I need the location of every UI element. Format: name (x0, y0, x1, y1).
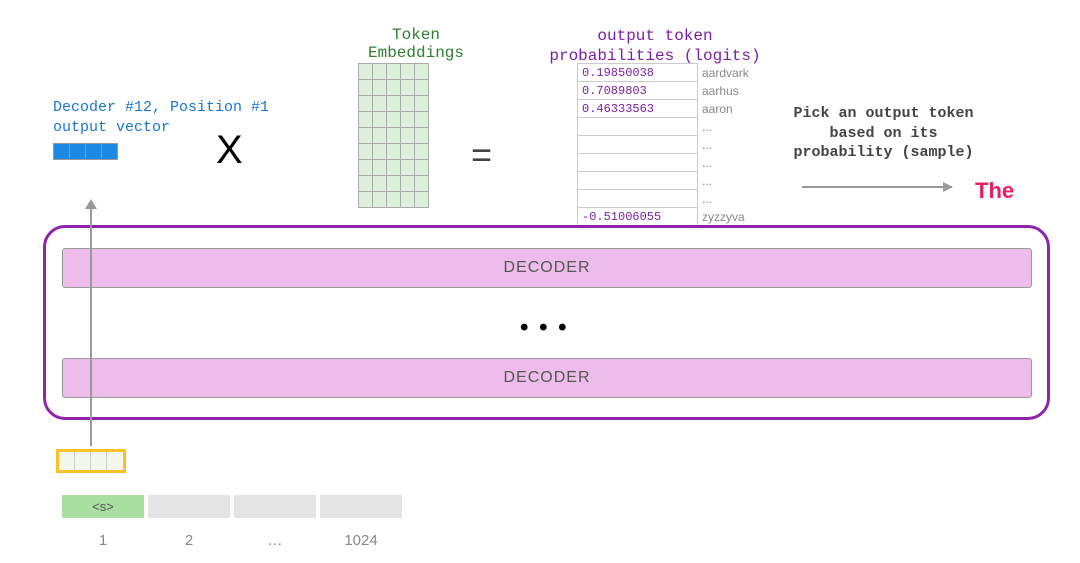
table-row: ... (578, 136, 758, 154)
logit-word: ... (698, 190, 758, 208)
input-token (320, 495, 402, 518)
table-row: ... (578, 190, 758, 208)
logit-value (578, 172, 698, 190)
input-token (148, 495, 230, 518)
vector-cell (91, 452, 107, 470)
table-row: 0.19850038aardvark (578, 64, 758, 82)
logits-table: 0.19850038aardvark 0.7089803aarhus 0.463… (577, 63, 758, 226)
position-number: 1024 (320, 532, 402, 549)
table-row: ... (578, 118, 758, 136)
vector-cell (101, 143, 118, 160)
logit-value: 0.46333563 (578, 100, 698, 118)
logit-value (578, 136, 698, 154)
logit-word: aarhus (698, 82, 758, 100)
embeddings-label: Token Embeddings (361, 26, 471, 62)
table-row: -0.51006055zyzzyva (578, 208, 758, 226)
equals-icon: = (471, 134, 492, 176)
vector-cell (107, 452, 123, 470)
multiply-icon: X (216, 128, 243, 173)
position-number: 1 (62, 532, 144, 549)
sampled-token: The (975, 178, 1014, 204)
decoder-layer: DECODER (62, 358, 1032, 398)
table-row: ... (578, 172, 758, 190)
arrow-up-icon (90, 202, 92, 446)
position-number: … (234, 532, 316, 549)
logit-word: ... (698, 154, 758, 172)
vector-cell (75, 452, 91, 470)
logit-word: aardvark (698, 64, 758, 82)
logit-value: -0.51006055 (578, 208, 698, 226)
decoder-layer: DECODER (62, 248, 1032, 288)
logit-word: ... (698, 136, 758, 154)
logit-word: zyzzyva (698, 208, 758, 226)
table-row: ... (578, 154, 758, 172)
vector-cell (59, 452, 75, 470)
logit-word: ... (698, 118, 758, 136)
vector-cell (85, 143, 102, 160)
logit-word: ... (698, 172, 758, 190)
arrow-up-head-icon (85, 199, 97, 209)
position-number: 2 (148, 532, 230, 549)
input-token: <s> (62, 495, 144, 518)
input-token (234, 495, 316, 518)
input-tokens-row: <s> (62, 495, 402, 518)
logit-word: aaron (698, 100, 758, 118)
table-row: 0.46333563aaron (578, 100, 758, 118)
logit-value: 0.7089803 (578, 82, 698, 100)
output-vector-cells (53, 143, 117, 160)
logit-value (578, 154, 698, 172)
arrow-right-icon (802, 186, 952, 188)
logit-value (578, 118, 698, 136)
vector-cell (53, 143, 70, 160)
table-row: 0.7089803aarhus (578, 82, 758, 100)
vector-cell (69, 143, 86, 160)
positions-row: 1 2 … 1024 (62, 532, 402, 549)
logits-label: output token probabilities (logits) (545, 26, 765, 66)
input-vector (56, 449, 126, 473)
logit-value: 0.19850038 (578, 64, 698, 82)
embedding-matrix (359, 64, 429, 208)
pick-output-label: Pick an output token based on its probab… (791, 104, 976, 163)
ellipsis-icon: • • • (520, 314, 569, 342)
logit-value (578, 190, 698, 208)
